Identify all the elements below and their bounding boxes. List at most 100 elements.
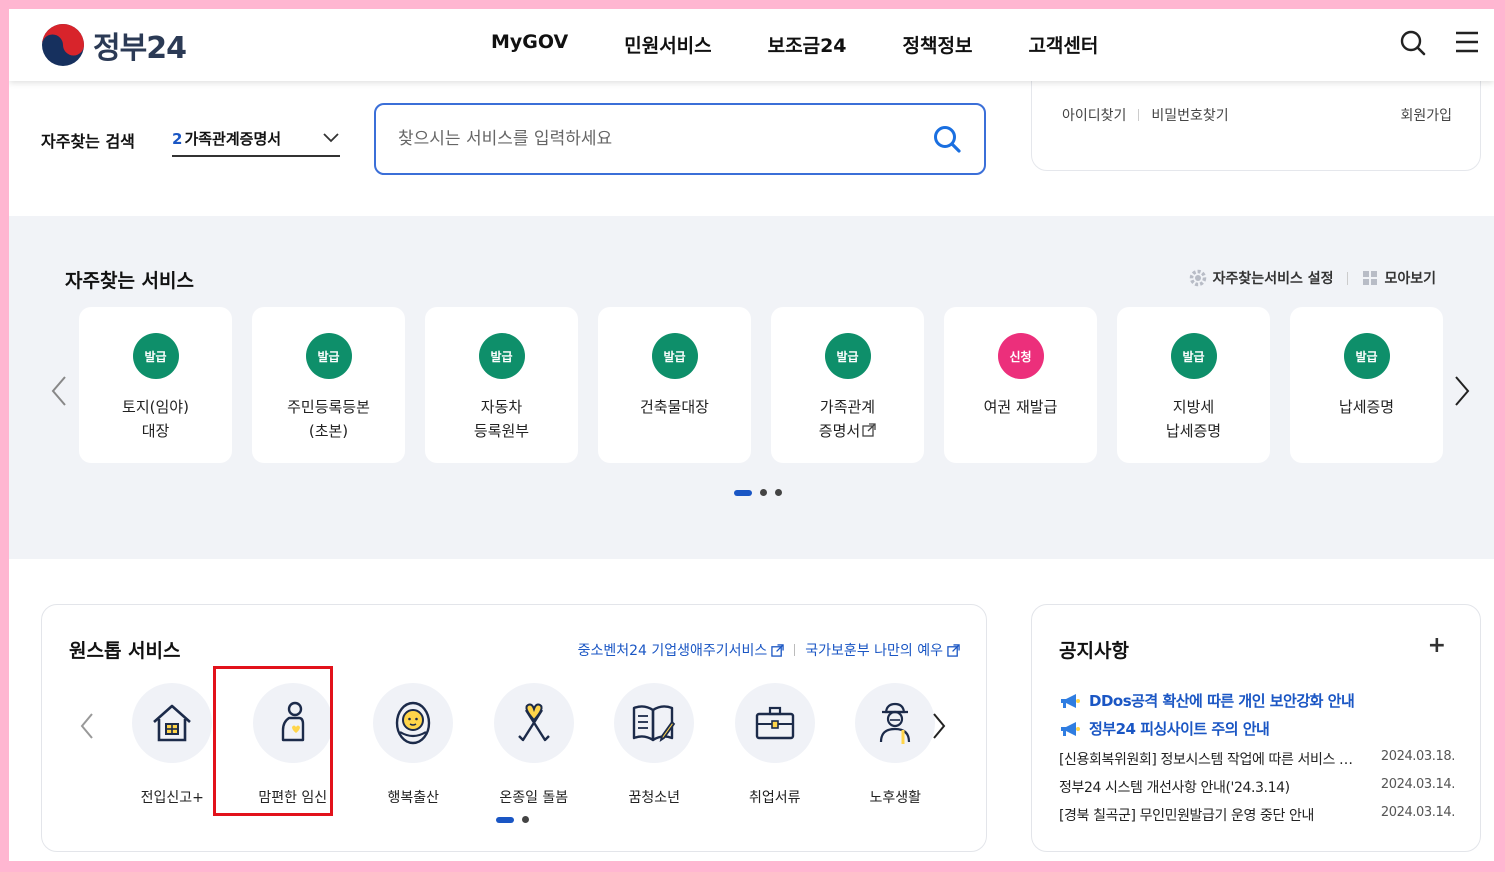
elder-icon: [880, 702, 911, 744]
search-submit-icon[interactable]: [932, 124, 962, 154]
taegeuk-logo-icon: [42, 24, 84, 66]
pagination-dot[interactable]: [760, 489, 767, 496]
notice-list-item[interactable]: 정부24 시스템 개선사항 안내('24.3.14) 2024.03.14.: [1059, 777, 1455, 797]
onestop-prev-arrow-icon[interactable]: [78, 711, 96, 741]
carousel-pagination: [734, 489, 782, 496]
external-link-icon: [862, 423, 876, 437]
frequent-search-label: 자주찾는 검색: [41, 132, 135, 151]
notice-title: 정부24 시스템 개선사항 안내('24.3.14): [1059, 780, 1290, 796]
icon-circle: [373, 683, 454, 763]
icon-circle: [855, 683, 936, 763]
service-card-land-register[interactable]: 발급 토지(임야) 대장: [79, 307, 232, 463]
sme-lifecycle-link[interactable]: 중소벤처24 기업생애주기서비스: [578, 640, 785, 660]
onestop-links: 중소벤처24 기업생애주기서비스 국가보훈부 나만의 예우: [578, 640, 960, 660]
divider: [1347, 271, 1349, 285]
issue-badge: 발급: [478, 333, 525, 379]
find-id-link[interactable]: 아이디찾기: [1062, 105, 1126, 125]
onestop-item-happy-birth[interactable]: 행복출산: [353, 683, 474, 807]
pagination-dot[interactable]: [775, 489, 782, 496]
onestop-next-arrow-icon[interactable]: [930, 711, 948, 741]
external-link-icon: [771, 643, 785, 657]
issue-badge: 발급: [305, 333, 352, 379]
service-card-local-tax-certificate[interactable]: 발급 지방세 납세증명: [1117, 307, 1270, 463]
onestop-item-retirement-life[interactable]: 노후생활: [835, 683, 956, 807]
frequent-services-section: 자주찾는 서비스 자주찾는서비스 설정 모아보기 발급 토지(임야) 대장 발급…: [9, 216, 1494, 559]
notice-title: [신용회복위원회] 정보시스템 작업에 따른 서비스 이용 중단 안내: [1059, 752, 1365, 768]
nav-item-policy-info[interactable]: 정책정보: [903, 31, 973, 58]
search-input[interactable]: [398, 129, 932, 149]
frequent-search-value: 2 가족관계증명서: [172, 128, 281, 149]
onestop-item-label: 전입신고+: [140, 790, 204, 806]
icon-circle: [734, 683, 815, 763]
frequent-search-dropdown[interactable]: 2 가족관계증명서: [172, 121, 340, 157]
baby-icon: [396, 701, 431, 745]
search-icon[interactable]: [1399, 29, 1427, 57]
service-name: 납세증명: [1338, 398, 1395, 416]
pagination-dot[interactable]: [522, 816, 529, 823]
icon-circle: [132, 683, 213, 763]
carousel-next-arrow-icon[interactable]: [1452, 374, 1472, 408]
logo-text: 정부24: [93, 31, 187, 66]
issue-badge: 발급: [132, 333, 179, 379]
more-notices-button[interactable]: +: [1428, 633, 1446, 658]
find-password-link[interactable]: 비밀번호찾기: [1151, 105, 1228, 125]
divider: [1138, 109, 1140, 121]
service-card-building-register[interactable]: 발급 건축물대장: [598, 307, 751, 463]
notice-highlight-item[interactable]: 정부24 피싱사이트 주의 안내: [1059, 718, 1270, 739]
frequent-search-rank: 2: [172, 129, 183, 148]
nav-item-customer-center[interactable]: 고객센터: [1028, 31, 1098, 58]
issue-badge: 발급: [824, 333, 871, 379]
onestop-item-employment-docs[interactable]: 취업서류: [715, 683, 836, 807]
frequent-services-actions: 자주찾는서비스 설정 모아보기: [1189, 268, 1436, 288]
notice-list-item[interactable]: [신용회복위원회] 정보시스템 작업에 따른 서비스 이용 중단 안내 2024…: [1059, 749, 1455, 769]
notice-title: [경북 칠곡군] 무인민원발급기 운영 중단 안내: [1059, 808, 1315, 824]
link-label: 중소벤처24 기업생애주기서비스: [577, 643, 768, 659]
search-bar: [374, 103, 986, 175]
frequent-services-settings-button[interactable]: 자주찾는서비스 설정: [1189, 268, 1333, 288]
header: 정부24 MyGOV 민원서비스 보조금24 정책정보 고객센터: [9, 9, 1494, 81]
view-all-button[interactable]: 모아보기: [1362, 268, 1436, 288]
external-link-icon: [947, 643, 960, 657]
onestop-item-label: 온종일 돌봄: [499, 790, 569, 806]
service-card-family-relation-certificate[interactable]: 발급 가족관계 증명서: [771, 307, 924, 463]
selection-highlight-box: [213, 666, 333, 816]
section-title: 공지사항: [1059, 640, 1129, 662]
pagination-dot-active[interactable]: [734, 489, 752, 496]
book-pen-icon: [633, 705, 676, 743]
link-label: 국가보훈부 나만의 예우: [805, 643, 943, 659]
notice-highlight-title: 정부24 피싱사이트 주의 안내: [1089, 720, 1270, 738]
gear-icon: [1189, 269, 1206, 287]
nav-item-civil-services[interactable]: 민원서비스: [624, 31, 711, 58]
section-title: 원스톱 서비스: [69, 640, 181, 662]
service-name: 건축물대장: [639, 398, 709, 416]
issue-badge: 발급: [1343, 333, 1390, 379]
signup-link[interactable]: 회원가입: [1400, 105, 1452, 125]
nav-item-subsidy24[interactable]: 보조금24: [768, 31, 847, 58]
divider: [794, 644, 796, 656]
onestop-item-all-day-care[interactable]: 온종일 돌봄: [474, 683, 595, 807]
house-icon: [153, 704, 192, 742]
site-logo[interactable]: 정부24: [41, 23, 187, 67]
notice-list-item[interactable]: [경북 칠곡군] 무인민원발급기 운영 중단 안내 2024.03.14.: [1059, 805, 1455, 825]
onestop-item-label: 꿈청소년: [628, 790, 681, 806]
nav-item-mygov[interactable]: MyGOV: [491, 31, 568, 58]
notice-highlight-item[interactable]: DDos공격 확산에 따른 개인 보안강화 안내: [1059, 690, 1355, 711]
menu-icon[interactable]: [1454, 29, 1480, 55]
ribbon-heart-icon: [517, 703, 550, 742]
onestop-services-card: 원스톱 서비스 중소벤처24 기업생애주기서비스 국가보훈부 나만의 예우 전입…: [41, 604, 987, 852]
onestop-pagination: [496, 816, 529, 823]
apply-badge: 신청: [997, 333, 1044, 379]
notice-date: 2024.03.18.: [1380, 749, 1456, 764]
veterans-honor-link[interactable]: 국가보훈부 나만의 예우: [805, 640, 960, 660]
service-name: 지방세 납세증명: [1165, 398, 1222, 440]
service-card-tax-payment-certificate[interactable]: 발급 납세증명: [1290, 307, 1443, 463]
onestop-item-dream-youth[interactable]: 꿈청소년: [594, 683, 715, 807]
carousel-prev-arrow-icon[interactable]: [49, 374, 69, 408]
service-card-passport-reissue[interactable]: 신청 여권 재발급: [944, 307, 1097, 463]
megaphone-icon: [1061, 721, 1080, 736]
service-card-vehicle-register[interactable]: 발급 자동차 등록원부: [425, 307, 578, 463]
service-card-resident-registration[interactable]: 발급 주민등록등본 (초본): [252, 307, 405, 463]
main-nav: MyGOV 민원서비스 보조금24 정책정보 고객센터: [491, 31, 1154, 58]
section-title: 자주찾는 서비스: [65, 270, 194, 292]
pagination-dot-active[interactable]: [496, 816, 514, 823]
